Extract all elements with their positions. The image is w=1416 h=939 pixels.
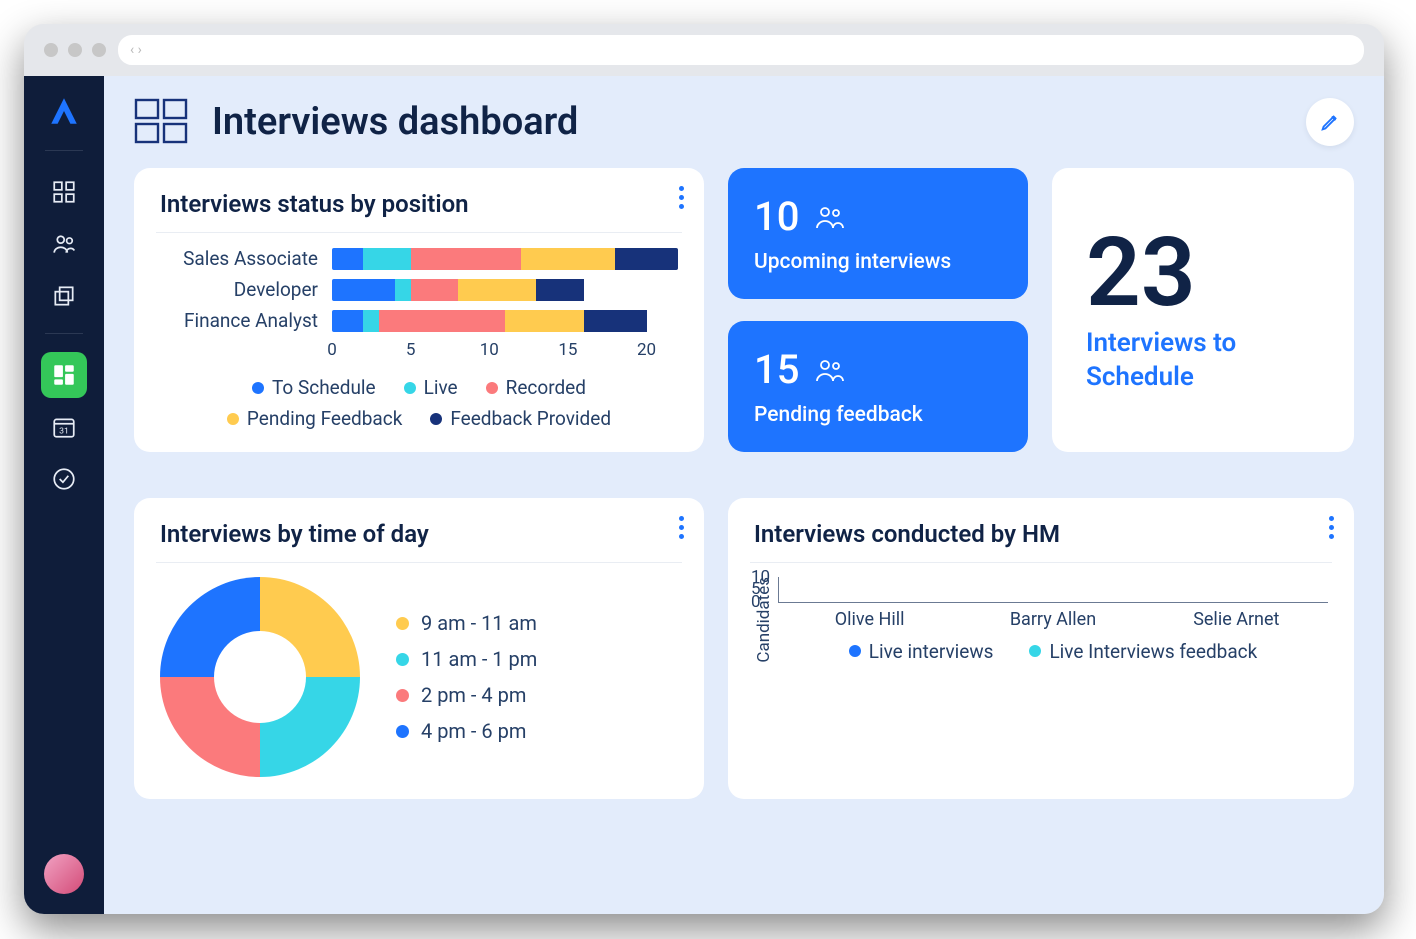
card-pending-feedback[interactable]: 15 Pending feedback bbox=[728, 321, 1028, 452]
x-label: Selie Arnet bbox=[1145, 603, 1328, 630]
legend-item: Recorded bbox=[486, 376, 586, 399]
bar-label: Finance Analyst bbox=[160, 309, 318, 332]
sidebar-item-dashboard[interactable] bbox=[41, 169, 87, 215]
stat-label: Interviews to Schedule bbox=[1086, 327, 1328, 395]
chart-legend: 9 am - 11 am 11 am - 1 pm 2 pm - 4 pm 4 pm … bbox=[396, 611, 537, 743]
more-button[interactable] bbox=[679, 186, 684, 209]
card-upcoming-interviews[interactable]: 10 Upcoming interviews bbox=[728, 168, 1028, 299]
legend-item: 9 am - 11 am bbox=[396, 611, 537, 635]
card-status-by-position: Interviews status by position Sales Asso… bbox=[134, 168, 704, 452]
stat-value: 23 bbox=[1086, 225, 1196, 321]
card-time-of-day: Interviews by time of day 9 am - 11 am 11… bbox=[134, 498, 704, 799]
app-logo[interactable] bbox=[47, 94, 81, 128]
edit-button[interactable] bbox=[1306, 98, 1354, 146]
legend-item: 2 pm - 4 pm bbox=[396, 683, 537, 707]
bar-label: Sales Associate bbox=[160, 247, 318, 270]
pencil-icon bbox=[1319, 111, 1341, 133]
sidebar-divider bbox=[45, 333, 83, 334]
sidebar-item-candidates[interactable] bbox=[41, 221, 87, 267]
stacked-bar-chart: Sales Associate Developer Finance Analyst bbox=[160, 247, 678, 332]
legend-item: Feedback Provided bbox=[430, 407, 611, 430]
page-header: Interviews dashboard bbox=[134, 98, 1354, 146]
x-label: Barry Allen bbox=[961, 603, 1144, 630]
svg-text:31: 31 bbox=[59, 427, 69, 437]
legend-item: 11 am - 1 pm bbox=[396, 647, 537, 671]
titlebar: ‹ › bbox=[24, 24, 1384, 76]
people-icon bbox=[815, 204, 845, 230]
legend-item: Pending Feedback bbox=[227, 407, 402, 430]
legend-item: Live interviews bbox=[849, 640, 994, 663]
people-icon bbox=[815, 357, 845, 383]
nav-arrows-icon: ‹ › bbox=[130, 42, 142, 58]
dashboard-icon bbox=[134, 98, 192, 146]
card-title: Interviews status by position bbox=[160, 190, 678, 218]
more-button[interactable] bbox=[1329, 516, 1334, 539]
donut-chart bbox=[160, 577, 360, 777]
grouped-bar-chart: 0510 bbox=[778, 577, 1328, 603]
bar-row: Sales Associate bbox=[160, 247, 678, 270]
stacked-bar bbox=[332, 248, 678, 270]
sidebar-item-calendar[interactable]: 31 bbox=[41, 404, 87, 450]
card-by-hm: Interviews conducted by HM Candidates 05… bbox=[728, 498, 1354, 799]
app-window: ‹ › 31 bbox=[24, 24, 1384, 914]
bar-row: Finance Analyst bbox=[160, 309, 678, 332]
stacked-bar bbox=[332, 279, 678, 301]
url-bar[interactable]: ‹ › bbox=[118, 35, 1364, 65]
sidebar-item-jobs[interactable] bbox=[41, 273, 87, 319]
legend-item: To Schedule bbox=[252, 376, 376, 399]
sidebar-item-boards[interactable] bbox=[41, 352, 87, 398]
card-title: Interviews by time of day bbox=[160, 520, 678, 548]
chart-legend: Live interviews Live Interviews feedback bbox=[778, 640, 1328, 663]
user-avatar[interactable] bbox=[44, 854, 84, 894]
chart-legend: To Schedule Live Recorded Pending Feedback F… bbox=[160, 376, 678, 430]
minimize-dot[interactable] bbox=[68, 43, 82, 57]
legend-item: Live bbox=[404, 376, 458, 399]
chart-x-labels: Olive HillBarry AllenSelie Arnet bbox=[778, 603, 1328, 630]
close-dot[interactable] bbox=[44, 43, 58, 57]
stat-label: Pending feedback bbox=[754, 403, 1002, 427]
zoom-dot[interactable] bbox=[92, 43, 106, 57]
stat-label: Upcoming interviews bbox=[754, 250, 1002, 274]
more-button[interactable] bbox=[679, 516, 684, 539]
legend-item: Live Interviews feedback bbox=[1029, 640, 1257, 663]
chart-x-axis: 05101520 bbox=[332, 340, 678, 362]
bar-row: Developer bbox=[160, 278, 678, 301]
bar-label: Developer bbox=[160, 278, 318, 301]
card-interviews-to-schedule[interactable]: 23 Interviews to Schedule bbox=[1052, 168, 1354, 452]
page-title: Interviews dashboard bbox=[212, 100, 578, 144]
card-title: Interviews conducted by HM bbox=[754, 520, 1328, 548]
stacked-bar bbox=[332, 310, 678, 332]
stat-value: 15 bbox=[754, 346, 799, 393]
main-content: Interviews dashboard Interviews status b… bbox=[104, 76, 1384, 914]
sidebar: 31 bbox=[24, 76, 104, 914]
stat-value: 10 bbox=[754, 193, 799, 240]
sidebar-divider bbox=[45, 150, 83, 151]
x-label: Olive Hill bbox=[778, 603, 961, 630]
window-controls bbox=[44, 43, 106, 57]
legend-item: 4 pm - 6 pm bbox=[396, 719, 537, 743]
sidebar-item-tasks[interactable] bbox=[41, 456, 87, 502]
stat-column: 10 Upcoming interviews 15 Pending feedba… bbox=[728, 168, 1028, 452]
